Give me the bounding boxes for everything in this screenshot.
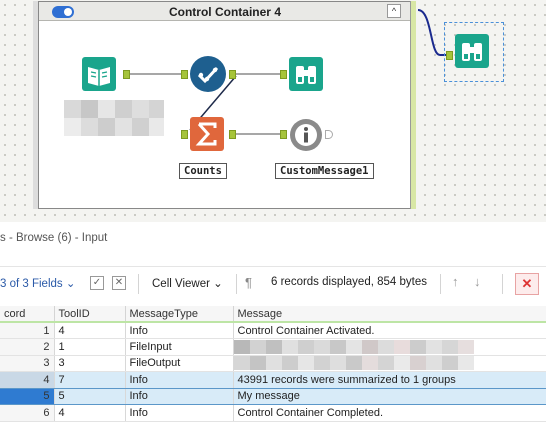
arrow-down-icon[interactable]: ↓ <box>474 274 481 289</box>
column-header-message[interactable]: Message <box>233 306 546 323</box>
cell-messagetype[interactable]: FileInput <box>125 338 234 356</box>
cell-message[interactable]: Control Container Activated. <box>233 322 546 339</box>
chevron-down-icon: ⌄ <box>213 278 223 290</box>
record-number[interactable]: 4 <box>0 371 55 389</box>
cell-messagetype[interactable]: Info <box>125 404 234 422</box>
browse-tool-outer[interactable] <box>455 34 489 68</box>
input-anchor[interactable] <box>280 130 287 139</box>
cell-messagetype[interactable]: Info <box>125 371 234 389</box>
fields-label: 3 of 3 Fields <box>0 278 63 290</box>
cell-messagetype[interactable]: Info <box>125 322 234 339</box>
table-row[interactable]: 4 7 Info 43991 records were summarized t… <box>0 371 546 389</box>
record-number[interactable]: 3 <box>0 355 55 372</box>
table-row[interactable]: 5 5 Info My message <box>0 387 546 405</box>
output-anchor[interactable] <box>229 130 236 139</box>
cell-toolid[interactable]: 4 <box>54 404 126 422</box>
record-number[interactable]: 2 <box>0 338 55 356</box>
table-row[interactable]: 6 4 Info Control Container Completed. <box>0 404 546 422</box>
header-row: cord ToolID MessageType Message <box>0 306 546 323</box>
checkbox-icon[interactable]: ✓ <box>90 276 104 290</box>
cell-message[interactable]: 43991 records were summarized to 1 group… <box>233 371 546 389</box>
table-row[interactable]: 3 3 FileOutput <box>0 355 546 372</box>
cell-messagetype[interactable]: FileOutput <box>125 355 234 372</box>
custom-message-label: CustomMessage1 <box>275 163 374 179</box>
toolbar-divider <box>440 274 441 294</box>
output-anchor[interactable] <box>123 70 130 79</box>
record-number[interactable]: 6 <box>0 404 55 422</box>
binoculars-icon <box>296 66 316 84</box>
cell-toolid[interactable]: 4 <box>54 322 126 339</box>
input-anchor[interactable] <box>280 70 287 79</box>
column-header-record[interactable]: cord <box>0 306 55 323</box>
close-icon[interactable]: ✕ <box>515 273 539 295</box>
cell-message-redacted[interactable] <box>233 338 546 356</box>
remove-field-icon[interactable]: ✕ <box>112 276 126 290</box>
record-status: 6 records displayed, 854 bytes <box>271 276 427 288</box>
input-anchor[interactable] <box>446 51 453 60</box>
table-row[interactable]: 2 1 FileInput <box>0 338 546 356</box>
input-anchor[interactable] <box>181 130 188 139</box>
cell-viewer-dropdown[interactable]: Cell Viewer ⌄ <box>152 276 223 290</box>
check-tool[interactable] <box>190 56 226 92</box>
book-icon <box>88 67 110 86</box>
cell-viewer-label: Cell Viewer <box>152 278 210 290</box>
record-number[interactable]: 1 <box>0 322 55 339</box>
sigma-icon <box>195 122 217 146</box>
results-toolbar: 3 of 3 Fields ⌄ ✓ ✕ Cell Viewer ⌄ ¶ 6 re… <box>0 266 546 298</box>
toolbar-divider <box>138 274 139 294</box>
workflow-canvas[interactable]: Control Container 4 ^ Counts CustomMessa… <box>0 0 546 222</box>
browse-tool-inner[interactable] <box>289 57 323 91</box>
record-number[interactable]: 5 <box>0 387 55 405</box>
message-tool[interactable] <box>289 118 323 152</box>
table-row[interactable]: 1 4 Info Control Container Activated. <box>0 322 546 339</box>
column-header-toolid[interactable]: ToolID <box>54 306 126 323</box>
info-icon <box>290 119 322 151</box>
cell-toolid[interactable]: 1 <box>54 338 126 356</box>
cell-message[interactable]: My message <box>233 387 546 405</box>
cell-toolid[interactable]: 3 <box>54 355 126 372</box>
input-data-tool[interactable] <box>82 57 116 91</box>
toolbar-divider <box>236 274 237 294</box>
toolbar-divider <box>502 274 503 294</box>
fields-selector[interactable]: 3 of 3 Fields ⌄ <box>0 276 76 290</box>
redacted-label <box>64 100 164 136</box>
results-title: s - Browse (6) - Input <box>0 232 108 244</box>
cell-message-redacted[interactable] <box>233 355 546 372</box>
column-header-messagetype[interactable]: MessageType <box>125 306 234 323</box>
cell-message[interactable]: Control Container Completed. <box>233 404 546 422</box>
input-anchor[interactable] <box>181 70 188 79</box>
chevron-down-icon: ⌄ <box>65 278 76 290</box>
results-grid: cord ToolID MessageType Message 1 4 Info… <box>0 306 546 422</box>
output-anchor[interactable] <box>229 70 236 79</box>
pilcrow-icon[interactable]: ¶ <box>245 275 252 290</box>
cell-toolid[interactable]: 5 <box>54 387 126 405</box>
cell-toolid[interactable]: 7 <box>54 371 126 389</box>
cell-messagetype[interactable]: Info <box>125 387 234 405</box>
arrow-up-icon[interactable]: ↑ <box>452 274 459 289</box>
checkmark-icon <box>197 66 219 84</box>
binoculars-icon <box>462 43 482 61</box>
counts-label: Counts <box>179 163 227 179</box>
summarize-tool[interactable] <box>190 117 224 151</box>
